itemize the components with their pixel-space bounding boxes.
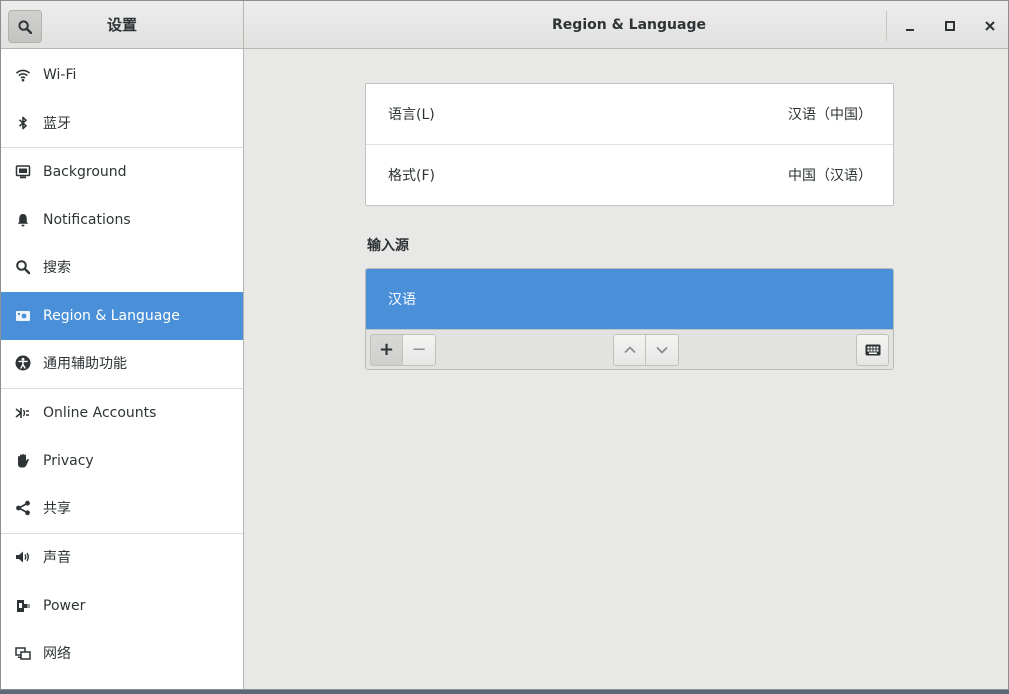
bluetooth-icon — [15, 115, 31, 131]
search-icon — [15, 259, 31, 275]
minimize-icon — [906, 29, 914, 31]
sidebar-item-privacy[interactable]: Privacy — [1, 437, 243, 485]
sidebar-item-sound[interactable]: 声音 — [1, 533, 243, 581]
sidebar-item-online-accounts[interactable]: Online Accounts — [1, 389, 243, 437]
sidebar-item-label: 共享 — [43, 501, 71, 517]
sidebar-item-search[interactable]: 搜索 — [1, 243, 243, 291]
language-format-list: 语言(L) 汉语（中国） 格式(F) 中国（汉语） — [365, 83, 894, 206]
sidebar-header: 设置 — [1, 1, 244, 48]
sidebar-item-label: Privacy — [43, 453, 94, 469]
maximize-icon — [945, 21, 955, 31]
background-icon — [15, 164, 31, 180]
wifi-icon — [15, 67, 31, 83]
chevron-down-icon — [656, 346, 668, 354]
chevron-up-icon — [623, 346, 636, 354]
sidebar-item-accessibility[interactable]: 通用辅助功能 — [1, 339, 243, 387]
input-source-label: 汉语 — [388, 292, 416, 308]
settings-window: 设置 Region & Language Wi-Fi 蓝牙 Background… — [0, 0, 1009, 690]
sidebar-scroll-edge — [1, 689, 243, 690]
sidebar-title: 设置 — [106, 16, 137, 34]
accessibility-icon — [15, 355, 31, 371]
sidebar: Wi-Fi 蓝牙 Background Notifications 搜索 Reg… — [1, 49, 244, 690]
window-title: Region & Language — [552, 16, 706, 33]
input-sources-title: 输入源 — [367, 238, 409, 254]
formats-label: 格式(F) — [388, 168, 435, 184]
network-icon — [15, 645, 31, 661]
header-separator — [886, 11, 887, 41]
add-input-source-button[interactable]: + — [370, 334, 403, 366]
minimize-button[interactable] — [897, 13, 923, 39]
sidebar-item-label: Power — [43, 598, 86, 614]
sidebar-item-label: Wi-Fi — [43, 67, 77, 83]
move-down-button[interactable] — [646, 334, 679, 366]
sidebar-item-label: 搜索 — [43, 260, 71, 276]
formats-value: 中国（汉语） — [788, 168, 872, 184]
language-label: 语言(L) — [388, 107, 435, 123]
keyboard-layout-button[interactable] — [856, 334, 889, 366]
input-sources-toolbar: + − — [366, 329, 893, 369]
close-icon — [985, 21, 995, 31]
move-up-button[interactable] — [613, 334, 646, 366]
language-value: 汉语（中国） — [788, 107, 872, 123]
sidebar-item-sharing[interactable]: 共享 — [1, 484, 243, 532]
hand-icon — [15, 453, 31, 469]
sidebar-item-label: 蓝牙 — [43, 116, 71, 132]
close-button[interactable] — [977, 13, 1003, 39]
online-accounts-icon — [15, 405, 31, 421]
sidebar-item-background[interactable]: Background — [1, 148, 243, 196]
sidebar-item-label: Background — [43, 164, 127, 180]
sidebar-item-notifications[interactable]: Notifications — [1, 196, 243, 244]
input-source-row[interactable]: 汉语 — [366, 269, 893, 329]
header-bar: 设置 Region & Language — [1, 1, 1008, 49]
maximize-button[interactable] — [937, 13, 963, 39]
language-row[interactable]: 语言(L) 汉语（中国） — [366, 84, 893, 144]
region-flag-icon — [15, 308, 31, 324]
sidebar-item-bluetooth[interactable]: 蓝牙 — [1, 99, 243, 147]
search-button[interactable] — [8, 10, 42, 43]
sidebar-item-label: Region & Language — [43, 308, 180, 324]
main-panel: 语言(L) 汉语（中国） 格式(F) 中国（汉语） 输入源 汉语 + − — [245, 49, 1008, 689]
sidebar-item-network[interactable]: 网络 — [1, 629, 243, 677]
sidebar-item-region-language[interactable]: Region & Language — [1, 292, 243, 340]
sidebar-item-label: Notifications — [43, 212, 131, 228]
sidebar-item-label: 声音 — [43, 550, 71, 566]
minus-icon: − — [411, 339, 427, 360]
sidebar-item-wifi[interactable]: Wi-Fi — [1, 51, 243, 99]
keyboard-icon — [865, 344, 880, 356]
sidebar-item-label: Online Accounts — [43, 405, 157, 421]
sidebar-item-label: 通用辅助功能 — [43, 356, 127, 372]
formats-row[interactable]: 格式(F) 中国（汉语） — [366, 145, 893, 205]
sidebar-item-power[interactable]: Power — [1, 582, 243, 630]
power-plug-icon — [15, 598, 31, 614]
input-sources-list: 汉语 + − — [365, 268, 894, 370]
speaker-icon — [15, 549, 31, 565]
share-icon — [15, 500, 31, 516]
remove-input-source-button[interactable]: − — [403, 334, 436, 366]
search-icon — [18, 19, 32, 34]
plus-icon: + — [378, 339, 395, 360]
bell-icon — [15, 212, 31, 228]
sidebar-item-label: 网络 — [43, 646, 71, 662]
